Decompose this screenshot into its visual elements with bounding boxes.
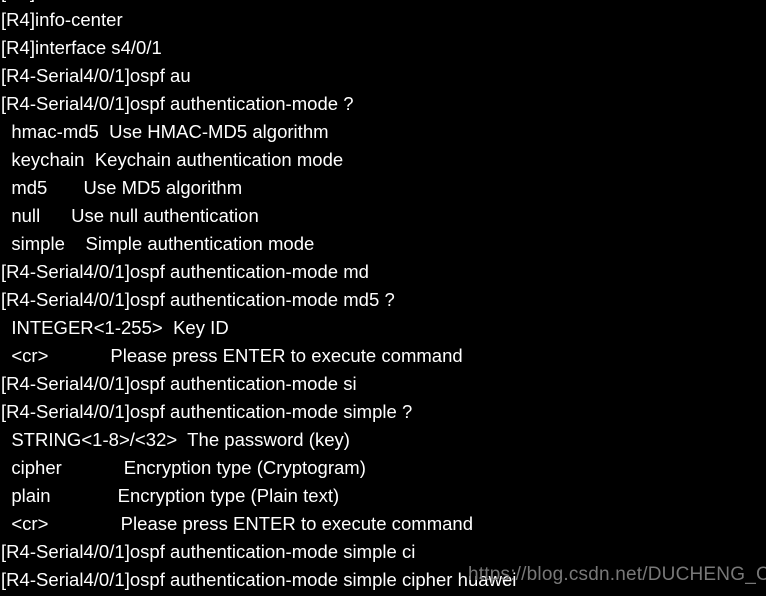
terminal-line: hmac-md5 Use HMAC-MD5 algorithm [1,121,329,142]
terminal-line: [R4-Serial4/0/1]ospf authentication-mode… [1,261,369,282]
terminal-line: null Use null authentication [1,205,259,226]
terminal-line: <cr> Please press ENTER to execute comma… [1,345,463,366]
terminal-line: [R4-Serial4/0/1]ospf authentication-mode… [1,569,517,590]
terminal-line: simple Simple authentication mode [1,233,315,254]
terminal-line: [R4]interface s4/0/1 [1,37,162,58]
terminal-line: [R4-Serial4/0/1]ospf authentication-mode… [1,289,395,310]
terminal-line: INTEGER<1-255> Key ID [1,317,229,338]
terminal-line: cipher Encryption type (Cryptogram) [1,457,366,478]
terminal-line: [R4-Serial4/0/1]ospf authentication-mode… [1,373,357,394]
terminal-output: [R4]info-center [R4]info-center [R4]inte… [0,0,766,594]
terminal-window[interactable]: [R4]info-center [R4]info-center [R4]inte… [0,0,766,596]
terminal-line: md5 Use MD5 algorithm [1,177,243,198]
terminal-line: [R4-Serial4/0/1]ospf au [1,65,191,86]
terminal-line: <cr> Please press ENTER to execute comma… [1,513,474,534]
terminal-line: [R4-Serial4/0/1]ospf authentication-mode… [1,401,413,422]
terminal-line: [R4]info-center [1,9,123,30]
terminal-line: plain Encryption type (Plain text) [1,485,340,506]
terminal-line: keychain Keychain authentication mode [1,149,344,170]
terminal-line: STRING<1-8>/<32> The password (key) [1,429,350,450]
terminal-line: [R4-Serial4/0/1]ospf authentication-mode… [1,93,354,114]
terminal-line: [R4-Serial4/0/1]ospf authentication-mode… [1,541,416,562]
